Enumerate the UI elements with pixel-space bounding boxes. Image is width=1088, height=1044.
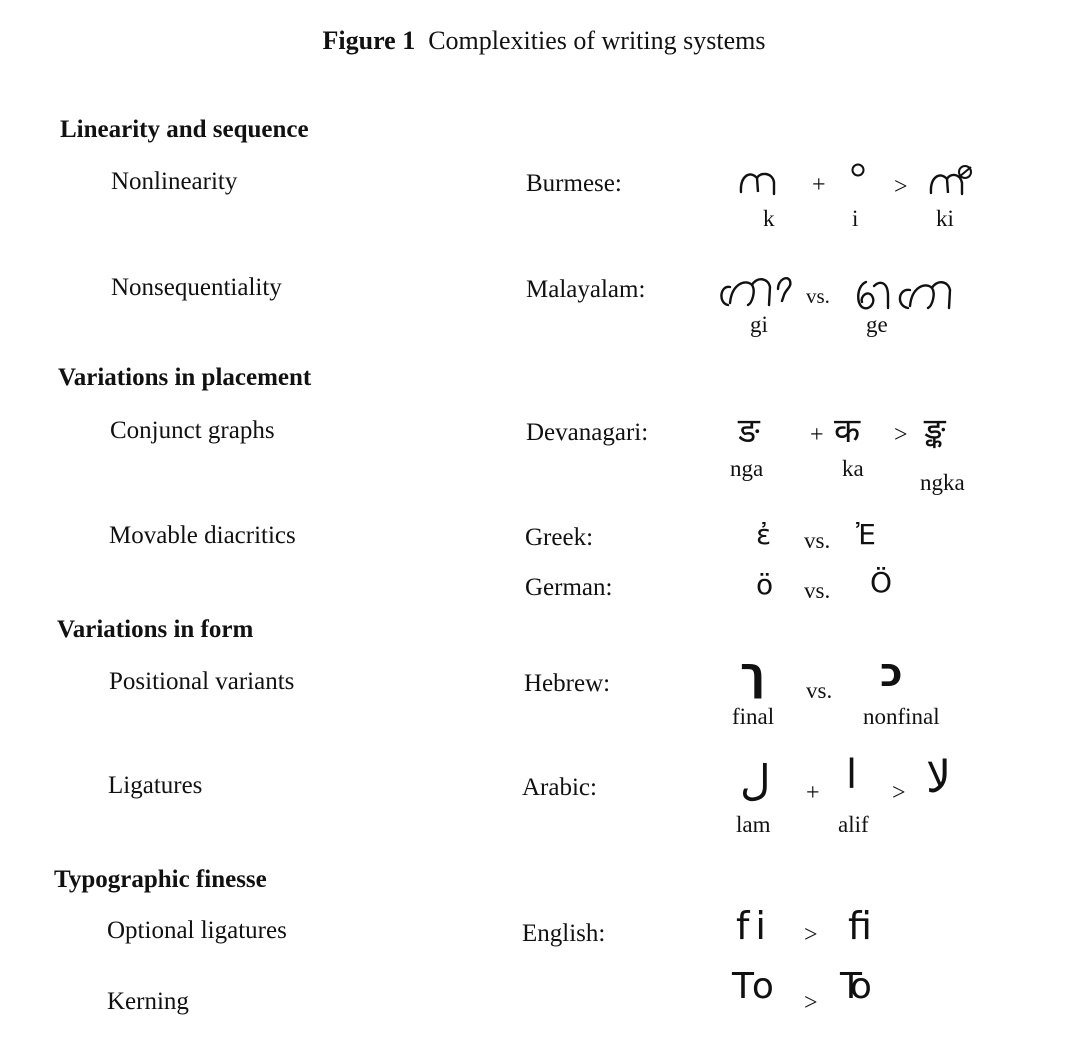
vs-label: vs.: [806, 284, 830, 308]
language-arabic: Arabic:: [522, 774, 597, 801]
yields-sign: >: [804, 922, 818, 948]
section-heading-placement: Variations in placement: [58, 364, 312, 391]
section-heading-form: Variations in form: [57, 616, 254, 643]
english-to-kerned-glyph: To: [840, 966, 872, 1007]
row-label-ligatures: Ligatures: [108, 772, 203, 799]
caption-i: i: [852, 206, 859, 231]
english-fi-separate-glyph: fi: [736, 904, 772, 948]
row-label-optional-ligatures: Optional ligatures: [107, 917, 287, 944]
caption-ge: ge: [866, 312, 888, 337]
greek-capital-epsilon-glyph: Ἐ: [856, 518, 876, 551]
caption-ngka: ngka: [920, 470, 965, 495]
yields-sign: >: [892, 780, 906, 806]
caption-nga: nga: [730, 456, 764, 481]
burmese-ki-glyph: [929, 165, 972, 196]
section-heading-typographic: Typographic finesse: [54, 866, 267, 893]
english-to-unkerned-glyph: To: [732, 966, 778, 1007]
plus-sign: +: [810, 422, 824, 448]
language-greek: Greek:: [525, 524, 594, 551]
caption-k: k: [763, 206, 775, 231]
burmese-i-vowel-sign: [851, 163, 865, 177]
language-english: English:: [522, 920, 606, 947]
caption-ka: ka: [842, 456, 864, 481]
row-label-kerning: Kerning: [107, 988, 189, 1015]
yields-sign: >: [894, 174, 908, 200]
german-o-umlaut-glyph: ö: [756, 568, 774, 601]
hebrew-final-kaf-glyph: ך: [740, 648, 766, 699]
arabic-alif-glyph: ا: [846, 752, 858, 798]
caption-final: final: [732, 704, 775, 729]
plus-sign: +: [806, 780, 820, 806]
section-heading-linearity: Linearity and sequence: [60, 116, 309, 143]
arabic-lam-alif-ligature-glyph: لا: [926, 752, 952, 803]
devanagari-nga-glyph: ङ: [738, 411, 760, 451]
caption-gi: gi: [750, 312, 768, 337]
row-label-movable-diacritics: Movable diacritics: [109, 522, 296, 549]
yields-sign: >: [804, 990, 818, 1016]
language-burmese: Burmese:: [526, 170, 622, 197]
language-devanagari: Devanagari:: [526, 419, 649, 446]
row-label-nonlinearity: Nonlinearity: [111, 168, 238, 195]
arabic-lam-glyph: ل: [740, 756, 771, 805]
malayalam-gi-glyph: [720, 277, 792, 307]
vs-label: vs.: [804, 528, 831, 553]
row-label-positional-variants: Positional variants: [109, 668, 295, 695]
caption-lam: lam: [736, 812, 771, 837]
caption-alif: alif: [838, 812, 869, 837]
yields-sign: >: [894, 422, 908, 448]
language-hebrew: Hebrew:: [524, 670, 611, 697]
hebrew-kaf-glyph: כ: [880, 650, 903, 696]
figure-number: Figure 1: [322, 26, 416, 55]
vs-label: vs.: [806, 678, 833, 703]
caption-ki: ki: [936, 206, 954, 231]
devanagari-ka-glyph: क: [834, 411, 861, 451]
malayalam-ge-glyph: [857, 280, 952, 310]
burmese-ka-glyph: [739, 172, 776, 196]
figure-title: Complexities of writing systems: [428, 26, 766, 55]
figure-caption: Figure 1 Complexities of writing systems: [0, 26, 1088, 56]
vs-label: vs.: [804, 578, 831, 603]
caption-nonfinal: nonfinal: [863, 704, 940, 729]
greek-epsilon-glyph: ἐ: [756, 518, 772, 551]
german-capital-o-umlaut-glyph: Ö: [870, 566, 893, 599]
devanagari-ngka-glyph: ङ्क: [924, 411, 946, 451]
row-label-conjunct-graphs: Conjunct graphs: [110, 417, 275, 444]
plus-sign: +: [812, 172, 826, 198]
row-label-nonsequentiality: Nonsequentiality: [111, 274, 282, 301]
english-fi-ligature-glyph: ﬁ: [848, 904, 872, 948]
language-german: German:: [525, 574, 613, 601]
language-malayalam: Malayalam:: [526, 276, 646, 303]
